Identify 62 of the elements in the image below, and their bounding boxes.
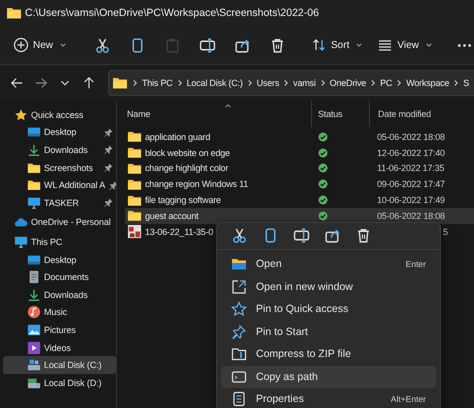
- sidebar-item[interactable]: Pictures: [3, 321, 116, 339]
- sidebar-item[interactable]: WL Additional A: [3, 176, 116, 194]
- breadcrumb[interactable]: OneDrive: [330, 78, 366, 88]
- sort-button[interactable]: Sort: [306, 33, 370, 57]
- date-modified: 11-06-2022 17:35: [377, 163, 444, 174]
- menu-item[interactable]: Pin to Start: [221, 320, 436, 343]
- file-name[interactable]: file tagging software: [145, 195, 221, 206]
- menu-item[interactable]: Open in new window: [221, 276, 436, 298]
- file-name[interactable]: guest account: [145, 210, 198, 221]
- sidebar-item[interactable]: This PC: [3, 233, 116, 251]
- file-row[interactable]: guest account 05-06-2022 18:08: [125, 208, 474, 224]
- menu-item[interactable]: Copy as path: [221, 366, 436, 388]
- sidebar-item[interactable]: TASKER: [3, 194, 116, 212]
- breadcrumb[interactable]: Local Disk (C:): [186, 78, 243, 88]
- sidebar-item[interactable]: Quick access: [3, 106, 116, 124]
- breadcrumb[interactable]: S: [463, 78, 470, 88]
- new-button[interactable]: New: [8, 33, 74, 57]
- file-name[interactable]: change region Windows 11: [145, 179, 248, 190]
- menu-item[interactable]: Pin to Quick access: [221, 298, 436, 320]
- date-modified: 5: [443, 226, 448, 237]
- sidebar-item[interactable]: Documents: [3, 268, 116, 286]
- file-name[interactable]: change highlight color: [145, 163, 228, 174]
- shortcut-text: Alt+Enter: [390, 394, 426, 404]
- file-row[interactable]: change region Windows 11 09-06-2022 17:47: [125, 176, 474, 192]
- column-header[interactable]: Date modified: [369, 101, 474, 127]
- sidebar-item[interactable]: Desktop: [3, 124, 116, 142]
- date-modified: 05-06-2022 18:08: [377, 210, 445, 221]
- sidebar-item[interactable]: Screenshots: [3, 158, 116, 176]
- file-name[interactable]: 13-06-22_11-35-0: [145, 226, 214, 237]
- date-modified: 12-06-2022 17:40: [377, 148, 445, 158]
- file-row[interactable]: 13-06-22_11-35-0 5: [125, 224, 474, 240]
- file-row[interactable]: application guard 05-06-2022 18:08: [125, 129, 474, 145]
- file-row[interactable]: file tagging software 10-06-2022 17:49: [125, 192, 474, 208]
- menu-item[interactable]: Properties Alt+Enter: [221, 388, 436, 408]
- file-row[interactable]: change highlight color 11-06-2022 17:35: [125, 160, 474, 176]
- sidebar-item[interactable]: Videos: [3, 338, 116, 356]
- menu-item[interactable]: Compress to ZIP file: [221, 343, 436, 366]
- sidebar-item[interactable]: Downloads: [3, 141, 116, 159]
- date-modified: 09-06-2022 17:47: [377, 179, 445, 190]
- sidebar-item[interactable]: Local Disk (D:): [3, 374, 116, 392]
- address-bar[interactable]: This PC Local Disk (C:) Users vamsi OneDrive PC Workspace S: [108, 70, 474, 96]
- column-header[interactable]: Name: [125, 101, 311, 127]
- sidebar-item[interactable]: Downloads: [3, 286, 116, 304]
- menu-item[interactable]: Open Enter: [221, 253, 436, 276]
- sidebar-item[interactable]: Music: [3, 304, 116, 322]
- sidebar-item[interactable]: OneDrive - Personal: [3, 214, 116, 232]
- file-row[interactable]: block website on edge 12-06-2022 17:40: [125, 144, 474, 161]
- sidebar-item[interactable]: Desktop: [3, 250, 116, 268]
- shortcut-text: Enter: [406, 259, 426, 270]
- date-modified: 10-06-2022 17:49: [377, 195, 445, 206]
- window-title: C:\Users\vamsi\OneDrive\PC\Workspace\Screenshots\2022-06: [25, 7, 319, 19]
- file-name[interactable]: application guard: [145, 132, 210, 142]
- breadcrumb[interactable]: vamsi: [293, 78, 316, 88]
- breadcrumb[interactable]: This PC: [142, 78, 173, 88]
- breadcrumb[interactable]: Workspace: [406, 78, 450, 88]
- file-name[interactable]: block website on edge: [145, 148, 230, 158]
- view-button[interactable]: View: [372, 33, 440, 57]
- column-header[interactable]: Status: [311, 101, 369, 127]
- breadcrumb[interactable]: Users: [256, 78, 280, 88]
- date-modified: 05-06-2022 18:08: [377, 132, 445, 142]
- breadcrumb[interactable]: PC: [380, 78, 392, 88]
- sidebar-item[interactable]: Local Disk (C:): [3, 356, 116, 374]
